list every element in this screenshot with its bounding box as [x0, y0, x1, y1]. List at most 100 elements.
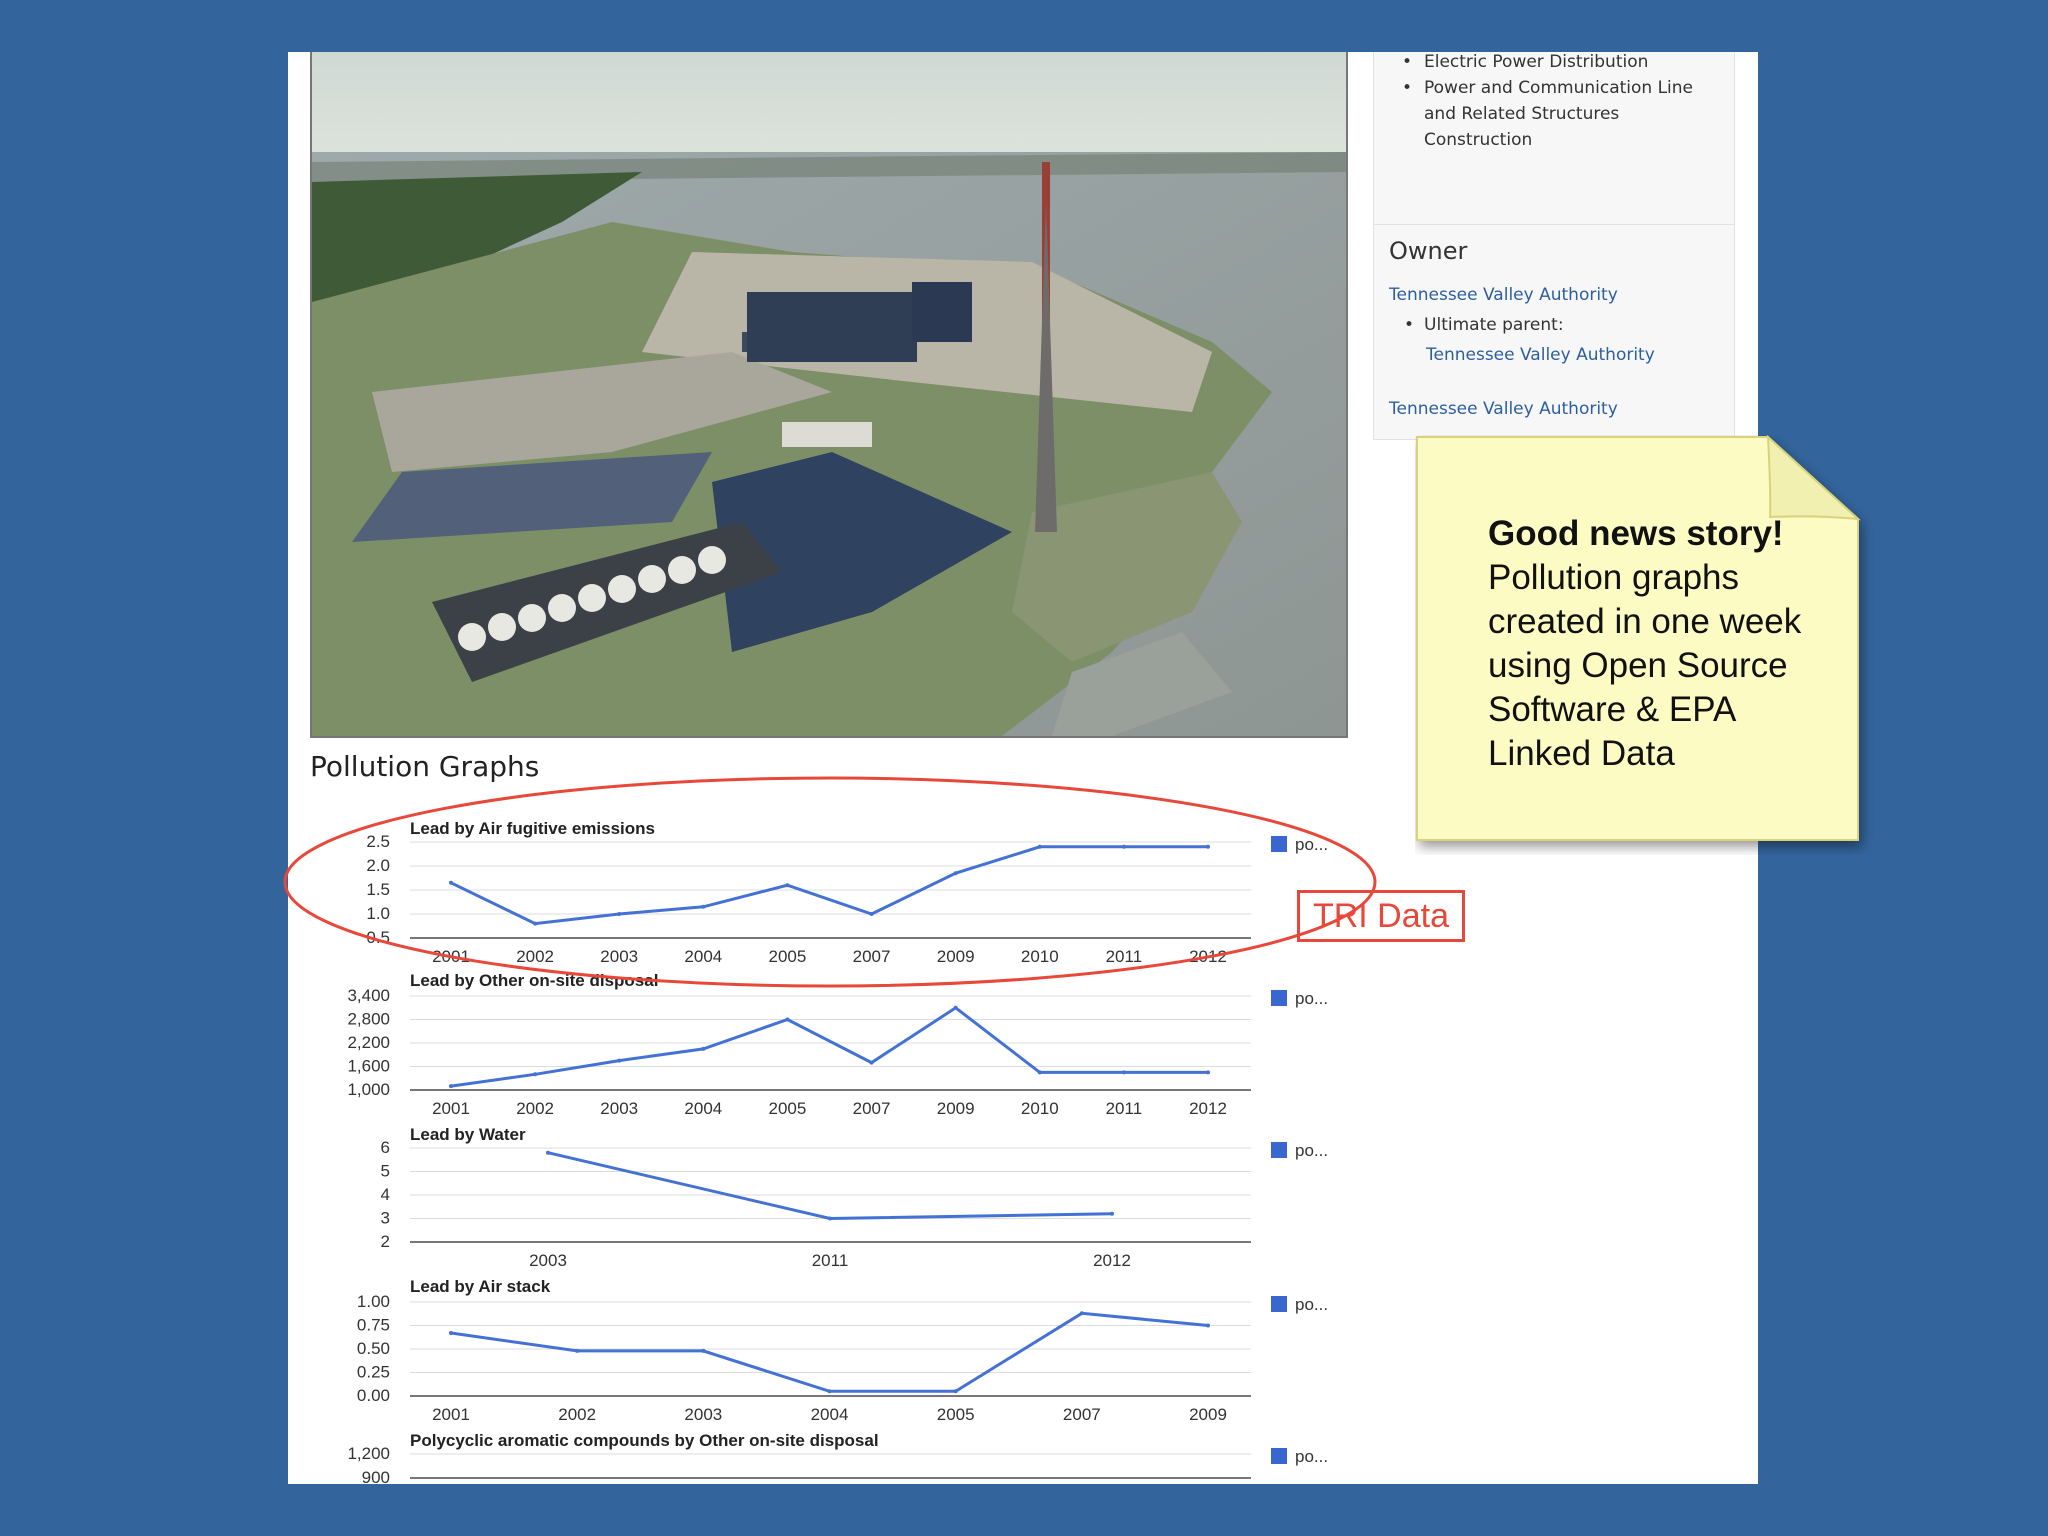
data-point: [953, 871, 958, 876]
note-body-text: Pollution graphs created in one week usi…: [1488, 558, 1802, 773]
legend-swatch: [1271, 1142, 1287, 1158]
x-tick-label: 2011: [1106, 947, 1143, 966]
legend-swatch: [1271, 1448, 1287, 1464]
y-tick-label: 1.0: [366, 904, 390, 923]
y-tick-label: 2.5: [366, 832, 390, 851]
x-tick-label: 2002: [558, 1405, 596, 1424]
sticky-note-text: Good news story! Pollution graphs create…: [1488, 512, 1808, 776]
x-tick-label: 2009: [937, 947, 975, 966]
y-tick-label: 2: [381, 1232, 390, 1251]
x-tick-label: 2005: [769, 1099, 807, 1118]
data-point: [828, 1216, 832, 1221]
data-point: [575, 1348, 580, 1353]
tri-data-label: TRI Data: [1297, 890, 1465, 942]
x-tick-label: 2004: [811, 1405, 849, 1424]
x-tick-label: 2002: [516, 947, 554, 966]
chart-title: Lead by Air stack: [410, 1277, 551, 1296]
x-tick-label: 2003: [600, 1099, 638, 1118]
x-tick-label: 2002: [516, 1099, 554, 1118]
y-tick-label: 3,400: [347, 986, 390, 1005]
x-tick-label: 2007: [853, 1099, 891, 1118]
y-tick-label: 0.75: [357, 1316, 390, 1335]
x-tick-label: 2003: [684, 1405, 722, 1424]
x-tick-label: 2011: [812, 1251, 849, 1270]
chart-title: Lead by Water: [410, 1125, 526, 1144]
x-tick-label: 2010: [1021, 1099, 1059, 1118]
x-tick-label: 2004: [684, 947, 722, 966]
legend-label: po...: [1295, 1141, 1328, 1160]
data-point: [869, 1060, 874, 1065]
x-tick-label: 2012: [1093, 1251, 1131, 1270]
y-tick-label: 2.0: [366, 856, 390, 875]
note-fold: [1766, 435, 1861, 521]
y-tick-label: 1,000: [347, 1080, 390, 1099]
y-tick-label: 4: [381, 1185, 390, 1204]
data-point: [617, 1058, 622, 1063]
data-point: [449, 1084, 453, 1089]
chart-title: Polycyclic aromatic compounds by Other o…: [410, 1431, 879, 1450]
data-point: [1079, 1311, 1084, 1316]
series-line: [547, 1151, 1113, 1221]
x-tick-label: 2004: [684, 1099, 722, 1118]
y-tick-label: 0.25: [357, 1363, 390, 1382]
data-point: [701, 1046, 706, 1051]
data-point: [449, 880, 453, 885]
data-point: [1206, 1323, 1210, 1328]
y-tick-label: 900: [362, 1468, 390, 1484]
data-point: [533, 921, 538, 926]
x-tick-label: 2001: [432, 947, 470, 966]
y-tick-label: 2,200: [347, 1033, 390, 1052]
x-tick-label: 2012: [1189, 1099, 1227, 1118]
y-tick-label: 0.5: [366, 928, 390, 947]
data-point: [701, 1348, 706, 1353]
x-tick-label: 2001: [432, 1405, 470, 1424]
data-point: [449, 1331, 453, 1335]
legend-label: po...: [1295, 1447, 1328, 1466]
y-tick-label: 1.00: [357, 1292, 390, 1311]
x-tick-label: 2001: [432, 1099, 470, 1118]
data-point: [617, 912, 622, 916]
x-tick-label: 2007: [1063, 1405, 1101, 1424]
y-tick-label: 5: [381, 1162, 390, 1181]
series-line: [450, 845, 1208, 926]
data-point: [1037, 1070, 1042, 1075]
x-tick-label: 2003: [529, 1251, 567, 1270]
chart-title: Lead by Other on-site disposal: [410, 971, 658, 990]
data-point: [533, 1072, 538, 1077]
data-point: [1206, 1070, 1210, 1075]
y-tick-label: 1,200: [347, 1444, 390, 1463]
data-point: [1206, 844, 1210, 849]
legend-label: po...: [1295, 835, 1328, 854]
x-tick-label: 2009: [937, 1099, 975, 1118]
x-tick-label: 2010: [1021, 947, 1059, 966]
y-tick-label: 1,600: [347, 1057, 390, 1076]
data-point: [1121, 844, 1126, 849]
legend-swatch: [1271, 836, 1287, 852]
x-tick-label: 2011: [1106, 1099, 1143, 1118]
y-tick-label: 3: [381, 1209, 390, 1228]
data-point: [785, 1017, 790, 1022]
legend-label: po...: [1295, 989, 1328, 1008]
data-point: [785, 883, 790, 888]
data-point: [953, 1005, 958, 1010]
y-tick-label: 1.5: [366, 880, 390, 899]
legend-label: po...: [1295, 1295, 1328, 1314]
y-tick-label: 6: [381, 1138, 390, 1157]
legend-swatch: [1271, 990, 1287, 1006]
legend-swatch: [1271, 1296, 1287, 1312]
y-tick-label: 0.00: [357, 1386, 390, 1405]
data-point: [1121, 1070, 1126, 1075]
data-point: [1037, 844, 1042, 849]
data-point: [869, 912, 874, 916]
x-tick-label: 2007: [853, 947, 891, 966]
data-point: [953, 1389, 958, 1394]
note-headline: Good news story!: [1488, 514, 1784, 553]
y-tick-label: 2,800: [347, 1010, 390, 1029]
data-point: [546, 1150, 550, 1155]
x-tick-label: 2009: [1189, 1405, 1227, 1424]
data-point: [827, 1389, 832, 1394]
x-tick-label: 2003: [600, 947, 638, 966]
chart-title: Lead by Air fugitive emissions: [410, 819, 655, 838]
y-tick-label: 0.50: [357, 1339, 390, 1358]
x-tick-label: 2005: [937, 1405, 975, 1424]
